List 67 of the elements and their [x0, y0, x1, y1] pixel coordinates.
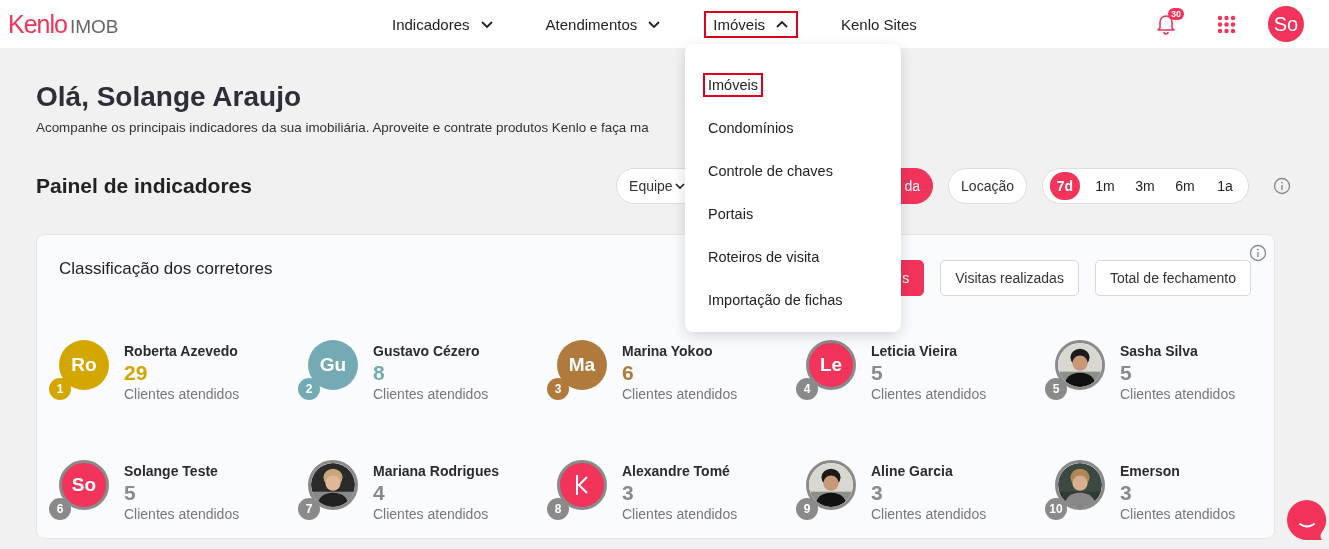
agent-name: Aline Garcia: [871, 463, 954, 479]
notification-badge: 30: [1168, 8, 1184, 20]
menu-item[interactable]: Condomínios: [703, 116, 799, 140]
nav-item[interactable]: Kenlo Sites: [832, 10, 926, 38]
rank-badge: 8: [547, 498, 569, 520]
logo-icon: [573, 472, 591, 498]
period-option[interactable]: 1a: [1210, 172, 1240, 200]
greeting-title: Olá, Solange Araujo: [36, 80, 301, 114]
rank-badge: 9: [796, 498, 818, 520]
card-title: Classificação dos corretores: [59, 258, 273, 279]
period-option[interactable]: 6m: [1170, 172, 1200, 200]
period-option[interactable]: 1m: [1090, 172, 1120, 200]
agent-name: Alexandre Tomé: [622, 463, 731, 479]
nav-item[interactable]: Atendimentos: [536, 10, 671, 38]
count-caption: Clientes atendidos: [1120, 386, 1236, 402]
client-count: 4: [373, 480, 386, 506]
agent-name: Roberta Azevedo: [124, 343, 239, 359]
client-count: 3: [1120, 480, 1133, 506]
count-caption: Clientes atendidos: [124, 386, 240, 402]
client-count: 6: [622, 360, 635, 386]
period-option[interactable]: 3m: [1130, 172, 1160, 200]
agent-name: Emerson: [1120, 463, 1181, 479]
menu-item[interactable]: Portais: [703, 202, 759, 226]
client-count: 5: [871, 360, 884, 386]
filter-pill[interactable]: Locação: [948, 168, 1027, 204]
menu-item[interactable]: Importação de fichas: [703, 288, 848, 312]
count-caption: Clientes atendidos: [373, 386, 489, 402]
count-caption: Clientes atendidos: [1120, 506, 1236, 522]
info-icon: [1249, 244, 1267, 262]
client-count: 29: [124, 360, 149, 386]
menu-item[interactable]: Imóveis: [703, 73, 763, 97]
nav-item[interactable]: Indicadores: [383, 10, 503, 38]
chevron-down-icon: [674, 182, 685, 190]
metric-button[interactable]: Total de fechamento: [1094, 260, 1251, 296]
nav-item[interactable]: Imóveis: [704, 10, 798, 38]
metric-button[interactable]: Visitas realizadas: [940, 260, 1079, 296]
panel-title: Painel de indicadores: [36, 174, 252, 198]
greeting-subtitle: Acompanhe os principais indicadores da sua imobiliária. Aproveite e contrate produtos Kenlo e faça ma: [36, 120, 649, 135]
agent-name: Sasha Silva: [1120, 343, 1199, 359]
client-count: 5: [1120, 360, 1133, 386]
count-caption: Clientes atendidos: [373, 506, 490, 522]
agent-name: Mariana Rodrigues: [373, 463, 500, 479]
chat-bubble-icon[interactable]: [1287, 500, 1327, 541]
client-count: 8: [373, 360, 386, 386]
user-avatar[interactable]: So: [1268, 6, 1304, 42]
count-caption: Clientes atendidos: [622, 506, 738, 522]
client-count: 3: [871, 480, 884, 506]
agent-name: Gustavo Cézero: [373, 343, 481, 359]
menu-item[interactable]: Roteiros de visita: [703, 245, 825, 269]
count-caption: Clientes atendidos: [622, 386, 738, 402]
apps-grid-icon[interactable]: [1217, 14, 1236, 34]
count-caption: Clientes atendidos: [871, 386, 987, 402]
rank-badge: 10: [1045, 498, 1067, 520]
info-icon: [1273, 177, 1291, 195]
period-option[interactable]: 7d: [1050, 172, 1080, 200]
agent-name: Solange Teste: [124, 463, 219, 479]
agent-name: Marina Yokoo: [622, 343, 714, 359]
logo-text: Kenlo: [8, 9, 67, 39]
menu-item[interactable]: Controle de chaves: [703, 159, 838, 183]
rank-badge: 7: [298, 498, 320, 520]
product-name: IMOB: [69, 15, 119, 38]
agent-name: Leticia Vieira: [871, 343, 959, 359]
count-caption: Clientes atendidos: [124, 506, 240, 522]
client-count: 3: [622, 480, 635, 506]
count-caption: Clientes atendidos: [871, 506, 987, 522]
client-count: 5: [124, 480, 137, 506]
rank-badge: 5: [1045, 378, 1067, 400]
